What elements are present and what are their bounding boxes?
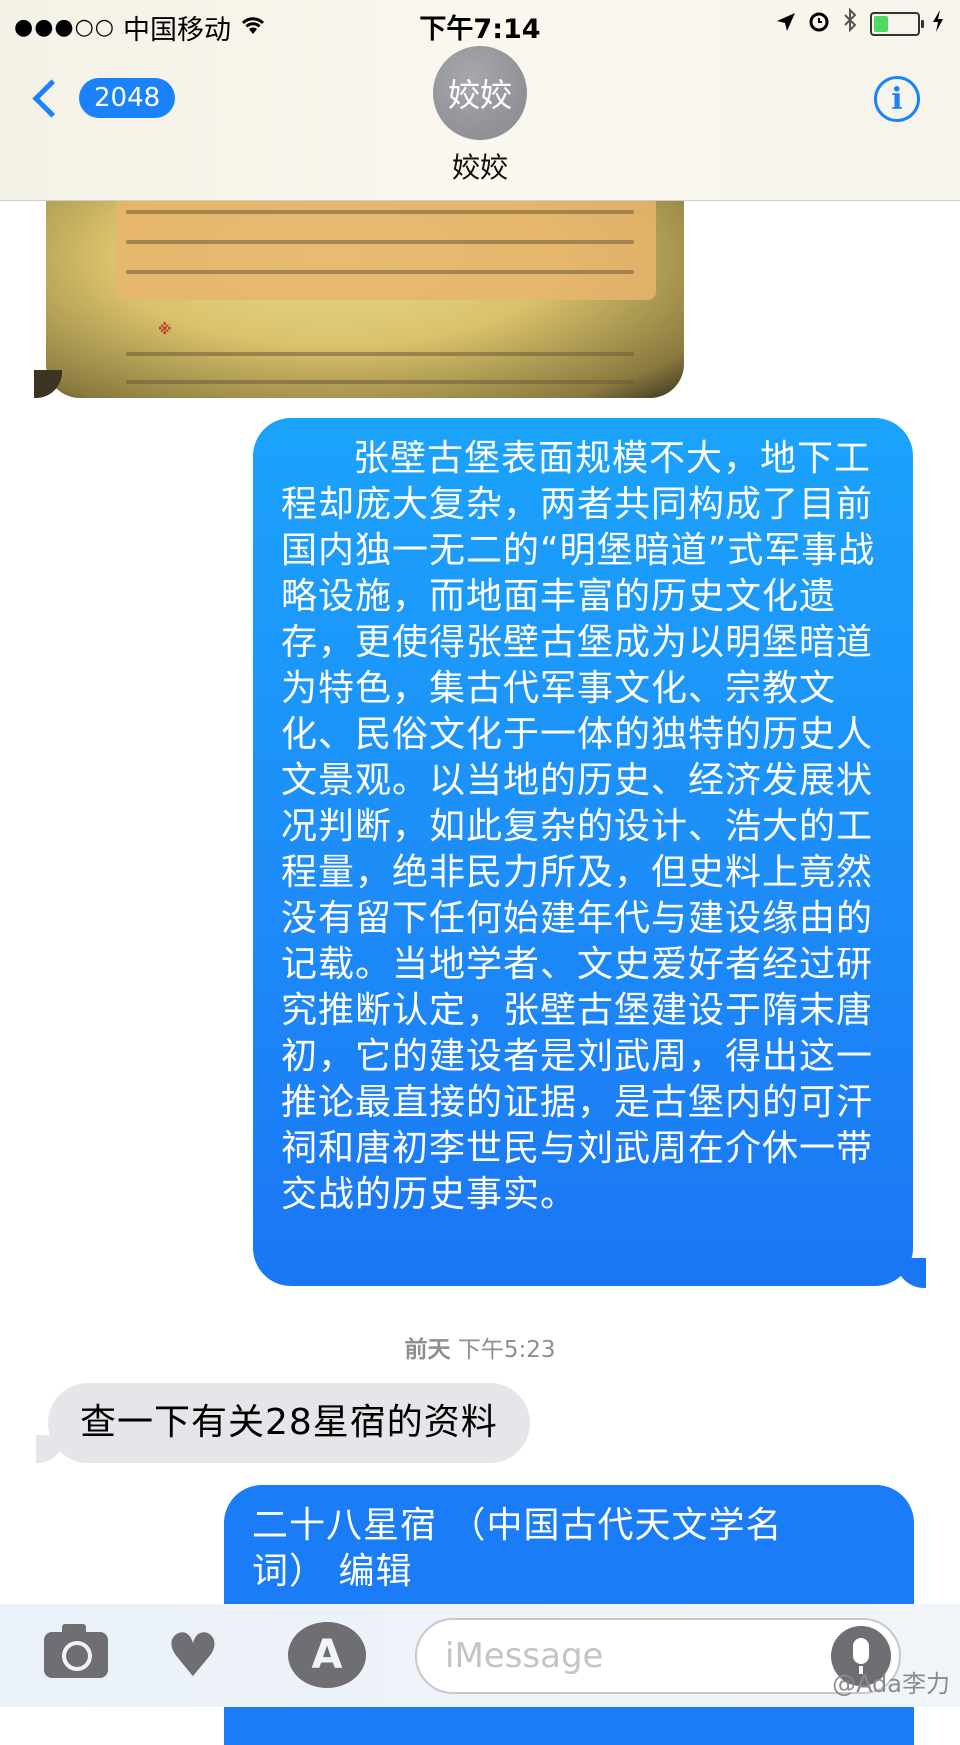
location-arrow-icon (776, 8, 796, 39)
contact-avatar[interactable]: 姣姣 (433, 46, 527, 140)
photo-text-line (126, 380, 634, 384)
bubble-tail (34, 370, 62, 398)
photo-text-line (126, 210, 634, 214)
bluetooth-icon (842, 7, 858, 39)
status-bar: ●●●○○ 中国移动 下午7:14 (0, 0, 960, 48)
message-timestamp: 前天 下午5:23 (0, 1330, 960, 1364)
digital-touch-heart-icon[interactable]: ♥ (166, 1626, 230, 1686)
watermark: @Ada李力 (832, 1670, 950, 1698)
received-message-text: 查一下有关28星宿的资料 (80, 1402, 498, 1443)
sent-message-text: 张壁古堡表面规模不大，地下工程却庞大复杂，两者共同构成了目前国内独一无二的“明堡… (281, 438, 876, 1215)
camera-icon[interactable] (44, 1624, 108, 1678)
message-input-toolbar: ♥ A iMessage @Ada李力 (0, 1604, 960, 1707)
info-button[interactable]: i (874, 76, 920, 122)
photo-text-line (126, 270, 634, 274)
sent-message-text-line: 词） 编辑 (252, 1551, 413, 1592)
battery-level (874, 15, 888, 32)
sent-message-text-line: 二十八星宿 （中国古代天文学名 (252, 1505, 783, 1546)
timestamp-time: 下午5:23 (457, 1337, 556, 1363)
photo-text-line (126, 352, 634, 356)
back-button[interactable]: 2048 (26, 78, 176, 118)
photo-red-heading: ※ (158, 322, 172, 338)
photo-sign-panel (116, 190, 656, 300)
sent-message-bubble[interactable]: 张壁古堡表面规模不大，地下工程却庞大复杂，两者共同构成了目前国内独一无二的“明堡… (253, 418, 913, 1286)
timestamp-day: 前天 (404, 1337, 451, 1363)
imessage-input[interactable]: iMessage (415, 1618, 901, 1694)
bubble-tail (36, 1435, 64, 1463)
contact-name[interactable]: 姣姣 (0, 146, 960, 186)
bubble-tail (896, 1258, 926, 1288)
received-message-bubble[interactable]: 查一下有关28星宿的资料 (48, 1383, 530, 1463)
app-store-icon[interactable]: A (288, 1622, 366, 1688)
charging-bolt-icon (932, 8, 944, 39)
photo-text-line (126, 240, 634, 244)
unread-count-badge: 2048 (79, 78, 176, 118)
alarm-clock-icon (808, 8, 830, 39)
input-placeholder: iMessage (445, 1636, 604, 1676)
chevron-left-icon (32, 78, 71, 118)
battery-icon (870, 11, 924, 36)
